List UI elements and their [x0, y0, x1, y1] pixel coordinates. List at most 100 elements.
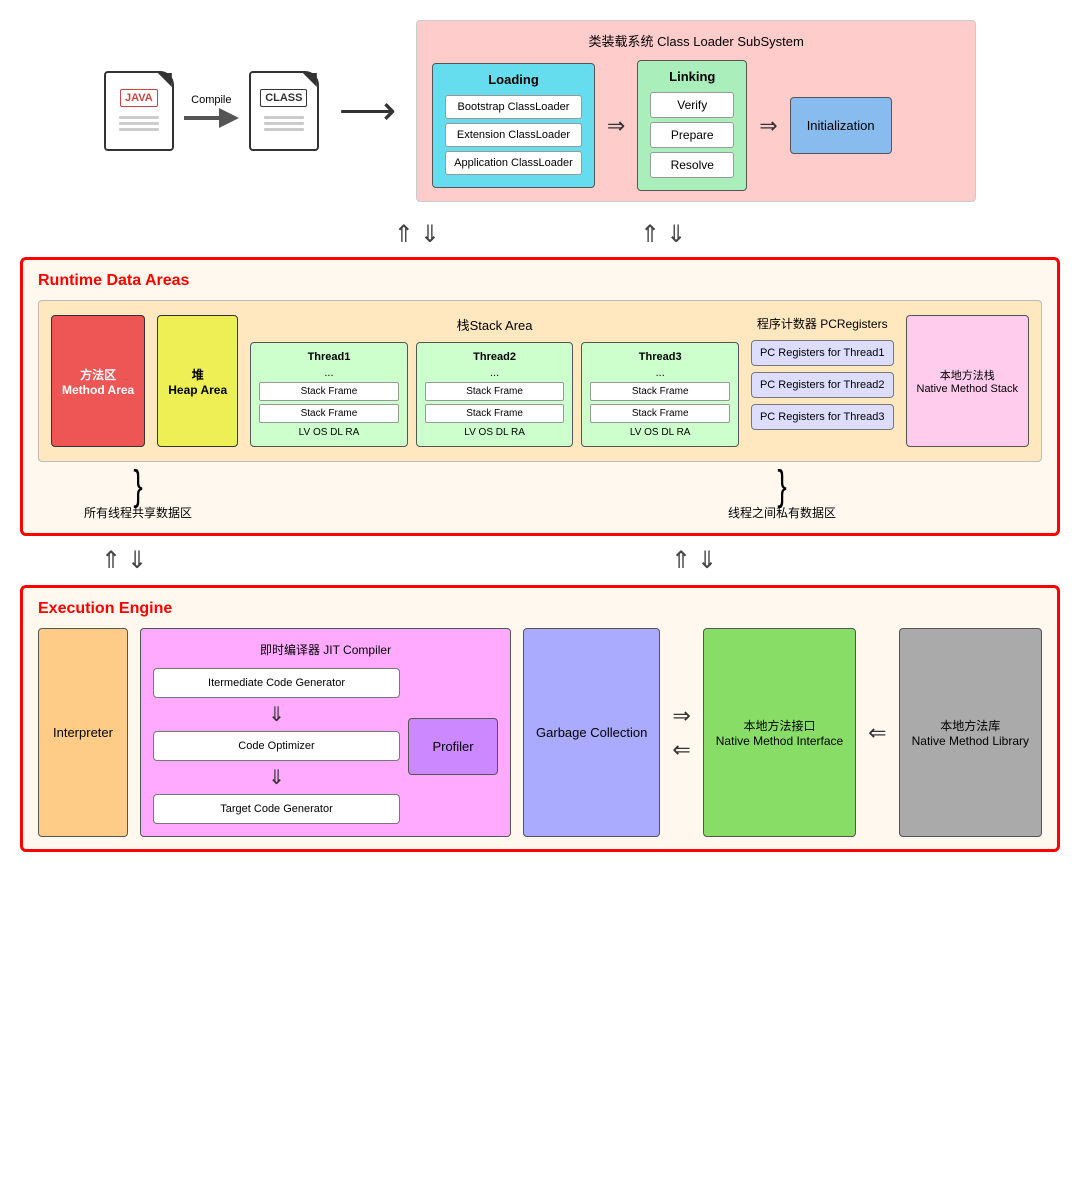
stack-title: 栈Stack Area [250, 315, 739, 334]
native-lib-box: 本地方法库 Native Method Library [899, 628, 1042, 837]
arrow-pair-right: ⇑ ⇓ [640, 220, 686, 249]
thread3-dots: ... [590, 367, 730, 379]
thread3-frame1: Stack Frame [590, 382, 730, 401]
method-area: 方法区 Method Area [51, 315, 145, 447]
java-file-icon: JAVA [104, 71, 174, 151]
main-flow-arrow: ⟶ [339, 88, 396, 134]
bootstrap-classloader: Bootstrap ClassLoader [445, 95, 582, 119]
thread2-col: Thread2 ... Stack Frame Stack Frame LV O… [416, 342, 574, 447]
heap-area: 堆 Heap Area [157, 315, 238, 447]
thread3-name: Thread3 [590, 351, 730, 363]
shared-brace: } 所有线程共享数据区 [38, 472, 238, 521]
jit-left: Itermediate Code Generator ⇓ Code Optimi… [153, 668, 400, 824]
method-area-english: Method Area [62, 383, 134, 397]
cl-inner: Loading Bootstrap ClassLoader Extension … [432, 60, 960, 191]
jit-component-1: Code Optimizer [153, 731, 400, 761]
gc-box: Garbage Collection [523, 628, 660, 837]
method-area-chinese: 方法区 [80, 366, 116, 383]
pc-title: 程序计数器 PCRegisters [751, 315, 894, 332]
exec-up-arrow: ⇑ [101, 546, 121, 575]
prepare-item: Prepare [650, 122, 734, 148]
jit-arrow-1: ⇓ [268, 702, 285, 727]
pc-thread1: PC Registers for Thread1 [751, 340, 894, 366]
compile-arrow: Compile [184, 94, 239, 128]
jit-component-0: Itermediate Code Generator [153, 668, 400, 698]
shared-brace-symbol: } [133, 465, 142, 507]
native-interface-chinese: 本地方法接口 [743, 717, 815, 734]
exec-up-arrow2: ⇑ [671, 546, 691, 575]
gc-arrow-left: ⇐ [672, 737, 690, 763]
thread1-name: Thread1 [259, 351, 399, 363]
linking-box: Linking Verify Prepare Resolve [637, 60, 747, 191]
exec-inner: Interpreter 即时编译器 JIT Compiler Itermedia… [38, 628, 1042, 837]
thread1-frame1: Stack Frame [259, 382, 399, 401]
native-lib-arrow-left: ⇐ [868, 720, 886, 746]
thread1-col: Thread1 ... Stack Frame Stack Frame LV O… [250, 342, 408, 447]
linking-init-arrow: ⇒ [759, 113, 777, 139]
exec-arrow-spacer2 [879, 546, 979, 575]
resolve-item: Resolve [650, 152, 734, 178]
runtime-title: Runtime Data Areas [38, 272, 1042, 290]
thread2-dots: ... [425, 367, 565, 379]
class-loader-title: 类装载系统 Class Loader SubSystem [432, 31, 960, 50]
runtime-box: Runtime Data Areas 方法区 Method Area 堆 Hea… [20, 257, 1060, 536]
thread2-name: Thread2 [425, 351, 565, 363]
native-stack-english: Native Method Stack [917, 383, 1019, 395]
jvm-diagram: JAVA Compile CLASS ⟶ [20, 20, 1060, 852]
thread2-frame2: Stack Frame [425, 404, 565, 423]
native-stack-chinese: 本地方法栈 [940, 367, 995, 383]
exec-arrow-left: ⇑ ⇓ [101, 546, 147, 575]
threads-row: Thread1 ... Stack Frame Stack Frame LV O… [250, 342, 739, 447]
pc-section: 程序计数器 PCRegisters PC Registers for Threa… [751, 315, 894, 447]
compile-label: Compile [191, 94, 231, 106]
pc-thread2: PC Registers for Thread2 [751, 372, 894, 398]
init-box: Initialization [790, 97, 892, 154]
native-interface-box: 本地方法接口 Native Method Interface [703, 628, 856, 837]
exec-engine-box: Execution Engine Interpreter 即时编译器 JIT C… [20, 585, 1060, 852]
class-file-icon: CLASS [249, 71, 319, 151]
thread1-frame2: Stack Frame [259, 404, 399, 423]
profiler-box: Profiler [408, 718, 498, 775]
jit-box: 即时编译器 JIT Compiler Itermediate Code Gene… [140, 628, 511, 837]
jit-arrow-2: ⇓ [268, 765, 285, 790]
pc-col: PC Registers for Thread1 PC Registers fo… [751, 340, 894, 430]
exec-title: Execution Engine [38, 600, 1042, 618]
thread3-lv: LV OS DL RA [590, 427, 730, 438]
class-file-label: CLASS [260, 89, 307, 107]
arrow-pair-left: ⇑ ⇓ [394, 220, 440, 249]
top-section: JAVA Compile CLASS ⟶ [20, 20, 1060, 202]
private-brace: } 线程之间私有数据区 [522, 472, 1042, 521]
jit-component-2: Target Code Generator [153, 794, 400, 824]
loading-linking-arrow: ⇒ [607, 113, 625, 139]
interpreter-box: Interpreter [38, 628, 128, 837]
runtime-to-exec-arrows: ⇑ ⇓ ⇑ ⇓ [20, 540, 1060, 581]
pc-thread3: PC Registers for Thread3 [751, 404, 894, 430]
native-method-stack: 本地方法栈 Native Method Stack [906, 315, 1030, 447]
loading-box: Loading Bootstrap ClassLoader Extension … [432, 63, 595, 188]
thread1-lv: LV OS DL RA [259, 427, 399, 438]
thread2-lv: LV OS DL RA [425, 427, 565, 438]
thread1-dots: ... [259, 367, 399, 379]
class-loader-box: 类装载系统 Class Loader SubSystem Loading Boo… [416, 20, 976, 202]
cl-to-runtime-arrows: ⇑ ⇓ ⇑ ⇓ [20, 216, 1060, 253]
brace-row: } 所有线程共享数据区 } 线程之间私有数据区 [38, 472, 1042, 521]
extension-classloader: Extension ClassLoader [445, 123, 582, 147]
thread2-frame1: Stack Frame [425, 382, 565, 401]
jit-title: 即时编译器 JIT Compiler [153, 641, 498, 658]
exec-down-arrow2: ⇓ [697, 546, 717, 575]
java-file-label: JAVA [120, 89, 158, 107]
native-lib-arrow: ⇐ [868, 628, 886, 837]
down-arrow-left: ⇓ [420, 220, 440, 249]
gc-arrow-right: ⇒ [672, 703, 690, 729]
jit-components: Itermediate Code Generator ⇓ Code Optimi… [153, 668, 498, 824]
thread3-frame2: Stack Frame [590, 404, 730, 423]
native-lib-chinese: 本地方法库 [940, 717, 1000, 734]
linking-title: Linking [650, 69, 734, 84]
up-arrow-left: ⇑ [394, 220, 414, 249]
heap-chinese: 堆 [192, 366, 204, 383]
exec-down-arrow: ⇓ [127, 546, 147, 575]
private-brace-symbol: } [777, 465, 786, 507]
runtime-inner: 方法区 Method Area 堆 Heap Area 栈Stack Area … [38, 300, 1042, 462]
heap-english: Heap Area [168, 383, 227, 397]
exec-arrow-spacer [309, 546, 509, 575]
